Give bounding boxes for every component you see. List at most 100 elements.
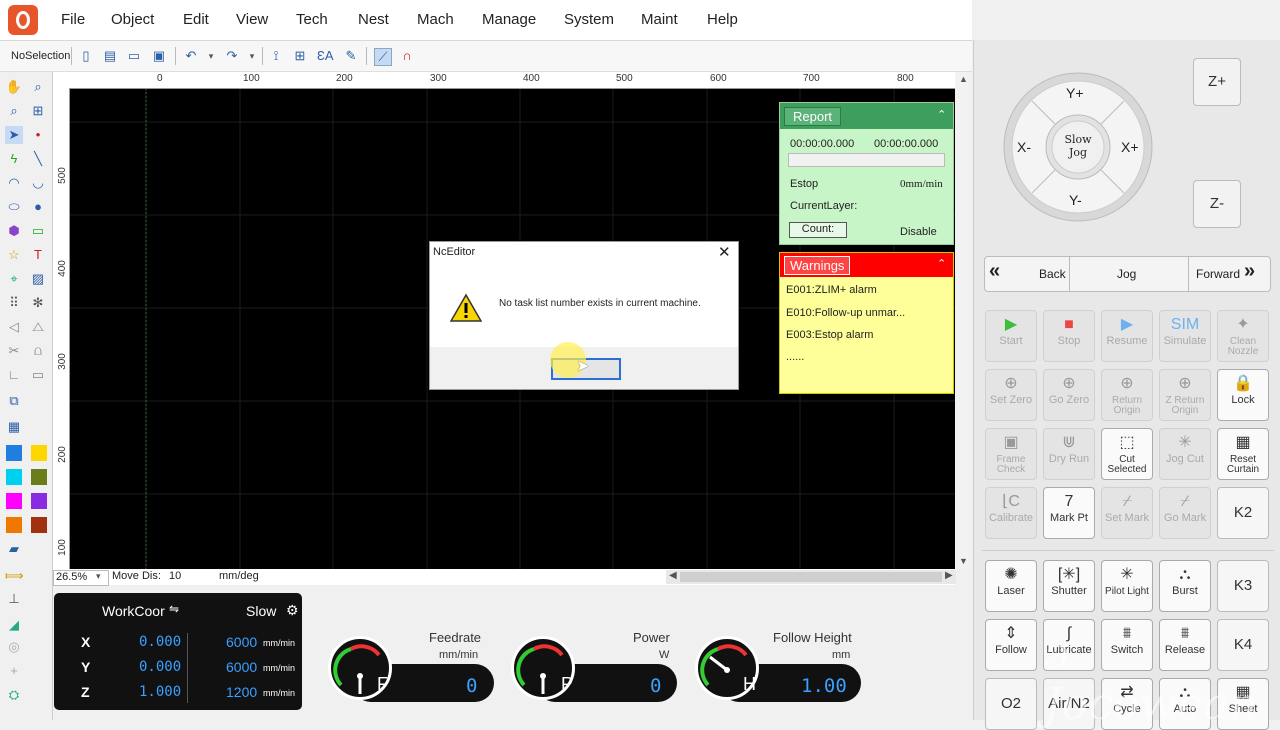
machine-icon[interactable]: ⛭	[5, 686, 23, 704]
polygon-icon[interactable]: ⬢	[5, 222, 23, 240]
fly-cut-icon[interactable]: ⊥	[5, 590, 23, 608]
eraser-icon[interactable]: ▰	[5, 540, 23, 558]
magnet-icon[interactable]: ∩	[399, 48, 415, 64]
snap-icon[interactable]: ⟋	[374, 48, 392, 66]
redo-dropdown-icon[interactable]: ▾	[244, 48, 260, 64]
pilot-light-button[interactable]: ✳ Pilot Light	[1101, 560, 1153, 612]
coord-mode[interactable]: WorkCoor	[102, 603, 165, 619]
star-icon[interactable]: ☆	[5, 246, 23, 264]
menu-file[interactable]: File	[61, 11, 85, 28]
image-icon[interactable]: ▨	[29, 270, 47, 288]
warnings-tab-button[interactable]: Warnings	[784, 256, 851, 275]
menu-manage[interactable]: Manage	[482, 11, 536, 28]
undo-icon[interactable]: ↶	[183, 48, 199, 64]
collapse-icon[interactable]: ⌃	[937, 257, 946, 270]
select-arrow-icon[interactable]: ➤	[5, 126, 23, 144]
dry-run-button[interactable]: ⋓ Dry Run	[1043, 428, 1095, 480]
go-mark-button[interactable]: ⌿ Go Mark	[1159, 487, 1211, 539]
clean-nozzle-button[interactable]: ✦ Clean Nozzle	[1217, 310, 1269, 362]
menu-tech[interactable]: Tech	[296, 11, 328, 28]
layer-color-purple[interactable]	[31, 493, 47, 509]
zoom-window-icon[interactable]: ⊞	[29, 102, 47, 120]
menu-nest[interactable]: Nest	[358, 11, 389, 28]
point-icon[interactable]: •	[29, 126, 47, 144]
array-icon[interactable]: ⠿	[5, 294, 23, 312]
new-file-icon[interactable]: ▯	[78, 48, 94, 64]
forward-chevron-icon[interactable]: »	[1244, 260, 1255, 283]
save-icon[interactable]: ▣	[151, 48, 167, 64]
open-folder-icon[interactable]: ▭	[126, 48, 142, 64]
layer-color-orange[interactable]	[6, 517, 22, 533]
crosshair-icon[interactable]: +	[5, 662, 23, 680]
collapse-icon[interactable]: ⌃	[937, 108, 946, 121]
start-button[interactable]: ▶ Start	[985, 310, 1037, 362]
layer-color-olive[interactable]	[31, 469, 47, 485]
cut-selected-button[interactable]: ⬚ Cut Selected	[1101, 428, 1153, 480]
go-zero-button[interactable]: ⊕ Go Zero	[1043, 369, 1095, 421]
back-chevron-icon[interactable]: «	[989, 260, 1000, 283]
measure-icon[interactable]: ⌖	[5, 270, 23, 288]
jog-mode-button[interactable]: Jog	[1117, 267, 1136, 281]
node-tool-icon[interactable]: ϟ	[5, 150, 23, 168]
lock-button[interactable]: 🔒 Lock	[1217, 369, 1269, 421]
text-icon[interactable]: T	[29, 246, 47, 264]
k4-button[interactable]: K4	[1217, 619, 1269, 671]
follow-button[interactable]: ⇕ Follow	[985, 619, 1037, 671]
menu-maint[interactable]: Maint	[641, 11, 678, 28]
lubricate-button[interactable]: ∫ Lubricate	[1043, 619, 1095, 671]
sort-icon[interactable]: ⧉	[5, 392, 23, 410]
menu-mach[interactable]: Mach	[417, 11, 454, 28]
forward-button[interactable]: Forward	[1196, 267, 1240, 281]
o2-button[interactable]: O2	[985, 678, 1037, 730]
node-edit-icon[interactable]: ⟟	[268, 48, 284, 64]
close-icon[interactable]: ✕	[718, 243, 731, 261]
release-button[interactable]: ⩩ Release	[1159, 619, 1211, 671]
return-origin-button[interactable]: ⊕ Return Origin	[1101, 369, 1153, 421]
cycle-button[interactable]: ⇄ Cycle	[1101, 678, 1153, 730]
transform-icon[interactable]: ⊞	[292, 48, 308, 64]
menu-object[interactable]: Object	[111, 11, 154, 28]
switch-button[interactable]: ⩩ Switch	[1101, 619, 1153, 671]
jog-cut-button[interactable]: ✳ Jog Cut	[1159, 428, 1211, 480]
arc-3pt-icon[interactable]: ◡	[29, 174, 47, 192]
set-zero-button[interactable]: ⊕ Set Zero	[985, 369, 1037, 421]
jog-z-plus-button[interactable]: Z+	[1193, 58, 1241, 106]
frame-check-button[interactable]: ▣ Frame Check	[985, 428, 1037, 480]
jog-z-minus-button[interactable]: Z-	[1193, 180, 1241, 228]
explode-icon[interactable]: ✻	[29, 294, 47, 312]
jog-y-minus-button[interactable]: Y-	[1069, 192, 1082, 208]
pan-hand-icon[interactable]: ✋	[5, 78, 23, 96]
bridge-icon[interactable]: ⩍	[29, 342, 47, 360]
micro-joint-icon[interactable]: ▭	[29, 366, 47, 384]
circle-icon[interactable]: ●	[29, 198, 47, 216]
gear-icon[interactable]: ⚙	[286, 602, 299, 619]
layer-color-cyan[interactable]	[6, 469, 22, 485]
back-button[interactable]: Back	[1039, 267, 1066, 281]
redo-icon[interactable]: ↷	[224, 48, 240, 64]
sheet-button[interactable]: ▦ Sheet	[1217, 678, 1269, 730]
mirror-icon[interactable]: ⧍	[29, 318, 47, 336]
k2-button[interactable]: K2	[1217, 487, 1269, 539]
resume-button[interactable]: ▶ Resume	[1101, 310, 1153, 362]
corner-icon[interactable]: ∟	[5, 366, 23, 384]
mark-pt-button[interactable]: 7 Mark Pt	[1043, 487, 1095, 539]
layer-color-blue[interactable]	[6, 445, 22, 461]
burst-button[interactable]: ⛬ Burst	[1159, 560, 1211, 612]
cut-tool-icon[interactable]: ⟾	[5, 567, 24, 585]
jog-x-plus-button[interactable]: X+	[1121, 139, 1139, 155]
jog-speed-toggle[interactable]: Slow Jog	[1062, 133, 1094, 159]
layer-color-yellow[interactable]	[31, 445, 47, 461]
simulate-button[interactable]: SIM Simulate	[1159, 310, 1211, 362]
nesting-icon[interactable]: ▦	[5, 418, 23, 436]
import-icon[interactable]: ▤	[102, 48, 118, 64]
z-return-origin-button[interactable]: ⊕ Z Return Origin	[1159, 369, 1211, 421]
vertical-scrollbar[interactable]: ▲ ▼	[955, 72, 971, 569]
jog-y-plus-button[interactable]: Y+	[1066, 85, 1084, 101]
zero-point-icon[interactable]: ◎	[5, 638, 23, 656]
menu-edit[interactable]: Edit	[183, 11, 209, 28]
arc-icon[interactable]: ◠	[5, 174, 23, 192]
undo-dropdown-icon[interactable]: ▾	[203, 48, 219, 64]
swap-icon[interactable]: ⇋	[169, 602, 179, 616]
speed-mode[interactable]: Slow	[246, 603, 276, 619]
trim-icon[interactable]: ✂	[5, 342, 23, 360]
